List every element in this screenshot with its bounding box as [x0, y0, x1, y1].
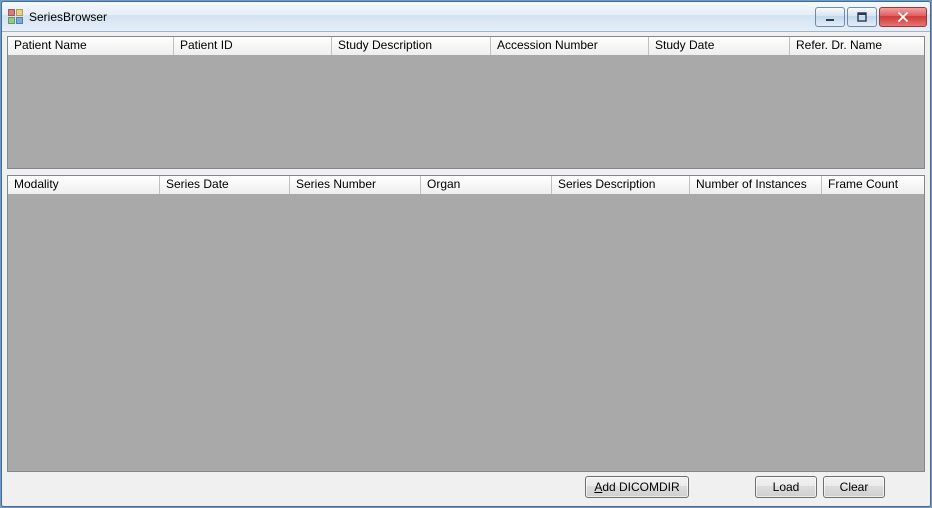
window-title: SeriesBrowser — [29, 10, 107, 24]
close-button[interactable] — [879, 7, 927, 27]
button-bar: Add DICOMDIR Load Clear — [7, 472, 925, 501]
window-controls — [815, 7, 928, 27]
col-patient-name[interactable]: Patient Name — [8, 37, 174, 55]
maximize-button[interactable] — [847, 7, 877, 27]
col-series-desc[interactable]: Series Description — [552, 176, 690, 194]
title-bar[interactable]: SeriesBrowser — [2, 2, 930, 32]
main-window: SeriesBrowser Patient Name Patient ID St… — [1, 1, 931, 507]
col-accession[interactable]: Accession Number — [491, 37, 649, 55]
series-grid[interactable]: Modality Series Date Series Number Organ… — [7, 175, 925, 472]
clear-button[interactable]: Clear — [823, 476, 885, 498]
col-study-date[interactable]: Study Date — [649, 37, 790, 55]
col-series-number[interactable]: Series Number — [290, 176, 421, 194]
col-refer-dr[interactable]: Refer. Dr. Name — [790, 37, 924, 55]
col-num-instances[interactable]: Number of Instances — [690, 176, 822, 194]
client-area: Patient Name Patient ID Study Descriptio… — [2, 32, 930, 506]
studies-grid[interactable]: Patient Name Patient ID Study Descriptio… — [7, 36, 925, 169]
studies-grid-header: Patient Name Patient ID Study Descriptio… — [8, 37, 924, 55]
series-grid-header: Modality Series Date Series Number Organ… — [8, 176, 924, 194]
minimize-button[interactable] — [815, 7, 845, 27]
app-icon — [8, 9, 24, 25]
col-study-desc[interactable]: Study Description — [332, 37, 491, 55]
col-organ[interactable]: Organ — [421, 176, 552, 194]
col-series-date[interactable]: Series Date — [160, 176, 290, 194]
col-patient-id[interactable]: Patient ID — [174, 37, 332, 55]
col-frame-count[interactable]: Frame Count — [822, 176, 924, 194]
load-button[interactable]: Load — [755, 476, 817, 498]
col-modality[interactable]: Modality — [8, 176, 160, 194]
add-dicomdir-button[interactable]: Add DICOMDIR — [585, 476, 689, 498]
